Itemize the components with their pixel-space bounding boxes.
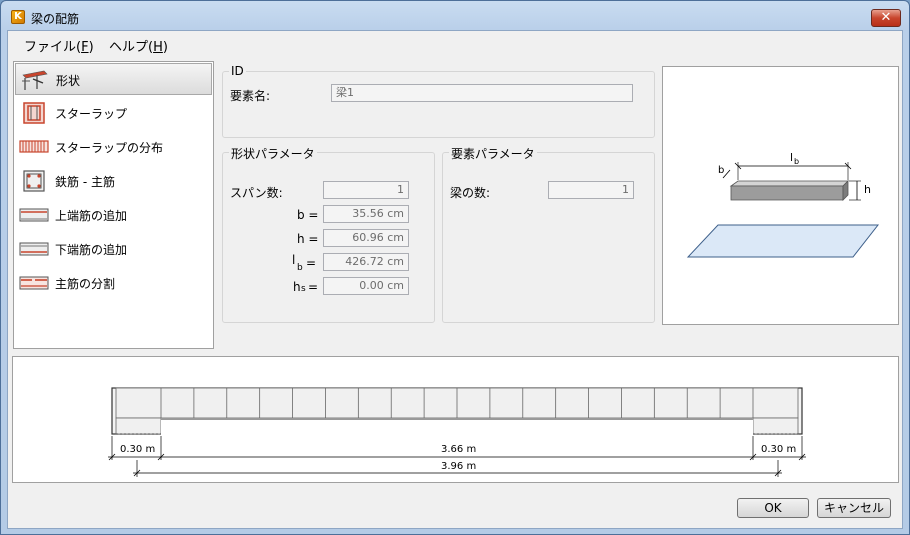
menu-file[interactable]: ファイル(F) xyxy=(24,36,94,55)
cancel-button[interactable]: キャンセル xyxy=(817,498,891,518)
beam-front-face xyxy=(730,185,844,201)
h-label: h = xyxy=(297,232,319,246)
element-parameters-title: 要素パラメータ xyxy=(449,145,537,162)
beam-3d-drawing: l b b h xyxy=(686,151,880,258)
nav-label-stirrup: スターラップ xyxy=(55,107,128,121)
beam-shape-icon xyxy=(22,70,48,90)
lb-label-eq: = xyxy=(306,256,317,270)
beam-3d-preview: l b b h xyxy=(662,66,899,325)
nav-item-stirrup-distribution[interactable]: スターラップの分布 xyxy=(15,131,212,163)
nav-label-main-bars: 鉄筋 - 主筋 xyxy=(55,175,115,189)
beam-count-label: 梁の数: xyxy=(450,186,491,200)
stirrup-icon xyxy=(23,102,45,124)
shape-parameters-group: 形状パラメータ スパン数: 1 b = 35.56 cm h = 60.96 c… xyxy=(222,145,435,323)
id-group: ID 要素名: 梁1 xyxy=(222,64,655,138)
floor-plane xyxy=(686,224,880,258)
element-name-label: 要素名: xyxy=(230,89,271,103)
bar-split-icon xyxy=(19,276,49,290)
window-title: 梁の配筋 xyxy=(31,12,80,26)
nav-label-stirrup-distribution: スターラップの分布 xyxy=(55,141,164,155)
beam-bottom-opening xyxy=(161,418,753,436)
top-bars-icon xyxy=(19,208,49,222)
close-button[interactable]: ✕ xyxy=(871,9,901,27)
id-group-title: ID xyxy=(229,64,246,78)
element-parameters-group: 要素パラメータ 梁の数: 1 xyxy=(442,145,655,323)
stirrup-distribution-icon xyxy=(19,140,49,153)
span-count-field[interactable]: 1 xyxy=(323,181,409,199)
section-list: 形状 スターラップ スターラップの分布 鉄筋 - 主筋 上端筋の追加 下端筋の追… xyxy=(13,61,214,349)
span-count-label: スパン数: xyxy=(230,186,283,200)
element-name-field[interactable]: 梁1 xyxy=(331,84,633,102)
hs-field[interactable]: 0.00 cm xyxy=(323,277,409,295)
nav-item-shape[interactable]: 形状 xyxy=(15,63,212,95)
clear-span-dim: 3.66 m xyxy=(441,444,476,455)
b-label: b = xyxy=(297,208,319,222)
nav-item-bottom-bars[interactable]: 下端筋の追加 xyxy=(15,233,212,265)
right-support-dim: 0.30 m xyxy=(761,444,796,455)
preview-h-label: h xyxy=(864,183,871,196)
right-support-cell xyxy=(752,417,799,435)
nav-item-top-bars[interactable]: 上端筋の追加 xyxy=(15,199,212,231)
menu-help-text: ヘルプ( xyxy=(109,40,154,55)
hs-label-main: h xyxy=(293,280,301,294)
beam-top-face xyxy=(729,180,849,187)
nav-label-bottom-bars: 下端筋の追加 xyxy=(55,243,128,257)
nav-item-stirrup[interactable]: スターラップ xyxy=(15,97,212,129)
shape-parameters-title: 形状パラメータ xyxy=(229,145,317,162)
preview-b-label: b xyxy=(718,165,724,176)
beam-elevation-drawing: 0.30 m 3.66 m 0.30 m 3.96 m xyxy=(108,387,806,477)
beam-elevation-panel: 0.30 m 3.66 m 0.30 m 3.96 m xyxy=(12,356,899,483)
lb-label-main: l xyxy=(292,253,296,267)
menu-help-paren: ) xyxy=(162,40,168,55)
app-logo-icon: K xyxy=(11,10,25,24)
main-bars-icon xyxy=(23,170,45,192)
nav-item-main-bars[interactable]: 鉄筋 - 主筋 xyxy=(15,165,212,197)
beam-count-field[interactable]: 1 xyxy=(548,181,634,199)
preview-lb-label: l xyxy=(790,151,793,164)
h-field[interactable]: 60.96 cm xyxy=(323,229,409,247)
title-bar[interactable]: K 梁の配筋 ✕ xyxy=(1,1,909,31)
hs-label-eq: = xyxy=(308,280,319,294)
menu-file-paren: ) xyxy=(88,40,94,55)
menu-bar: ファイル(F) ヘルプ(H) xyxy=(8,31,902,57)
dialog-client: ファイル(F) ヘルプ(H) 形状 スターラップ スターラップの分布 鉄筋 - … xyxy=(7,30,903,529)
lb-label-sub: b xyxy=(297,263,303,273)
dialog-window: K 梁の配筋 ✕ ファイル(F) ヘルプ(H) 形状 スターラップ スターラップ… xyxy=(0,0,910,535)
bottom-bars-icon xyxy=(19,242,49,256)
nav-label-shape: 形状 xyxy=(56,74,81,88)
hs-label-sub: s xyxy=(301,284,306,294)
total-length-dim: 3.96 m xyxy=(441,461,476,472)
menu-file-key: F xyxy=(81,40,89,55)
nav-item-bar-split[interactable]: 主筋の分割 xyxy=(15,267,212,299)
preview-lb-sub: b xyxy=(794,157,799,166)
ok-button[interactable]: OK xyxy=(737,498,809,518)
lb-field[interactable]: 426.72 cm xyxy=(323,253,409,271)
nav-label-bar-split: 主筋の分割 xyxy=(55,277,116,291)
b-field[interactable]: 35.56 cm xyxy=(323,205,409,223)
left-support-dim: 0.30 m xyxy=(120,444,155,455)
nav-label-top-bars: 上端筋の追加 xyxy=(55,209,128,223)
left-support-cell xyxy=(115,417,162,435)
menu-help-key: H xyxy=(153,40,163,55)
menu-file-text: ファイル( xyxy=(24,40,82,55)
menu-help[interactable]: ヘルプ(H) xyxy=(109,36,168,55)
